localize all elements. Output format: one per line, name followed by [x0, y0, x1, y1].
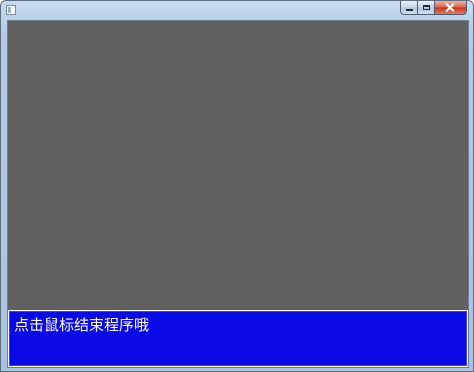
maximize-button[interactable] [418, 1, 435, 15]
minimize-button[interactable] [400, 1, 418, 15]
game-canvas[interactable]: 点击鼠标结束程序哦 [7, 20, 469, 368]
minimize-icon [405, 8, 413, 11]
title-bar[interactable] [1, 1, 473, 19]
message-box[interactable]: 点击鼠标结束程序哦 [8, 310, 468, 367]
app-window: 点击鼠标结束程序哦 [0, 0, 474, 372]
app-icon[interactable] [6, 5, 16, 15]
close-icon [446, 3, 455, 12]
caption-buttons [400, 1, 467, 15]
maximize-icon [422, 5, 430, 10]
message-text: 点击鼠标结束程序哦 [14, 316, 150, 334]
close-button[interactable] [435, 1, 467, 15]
